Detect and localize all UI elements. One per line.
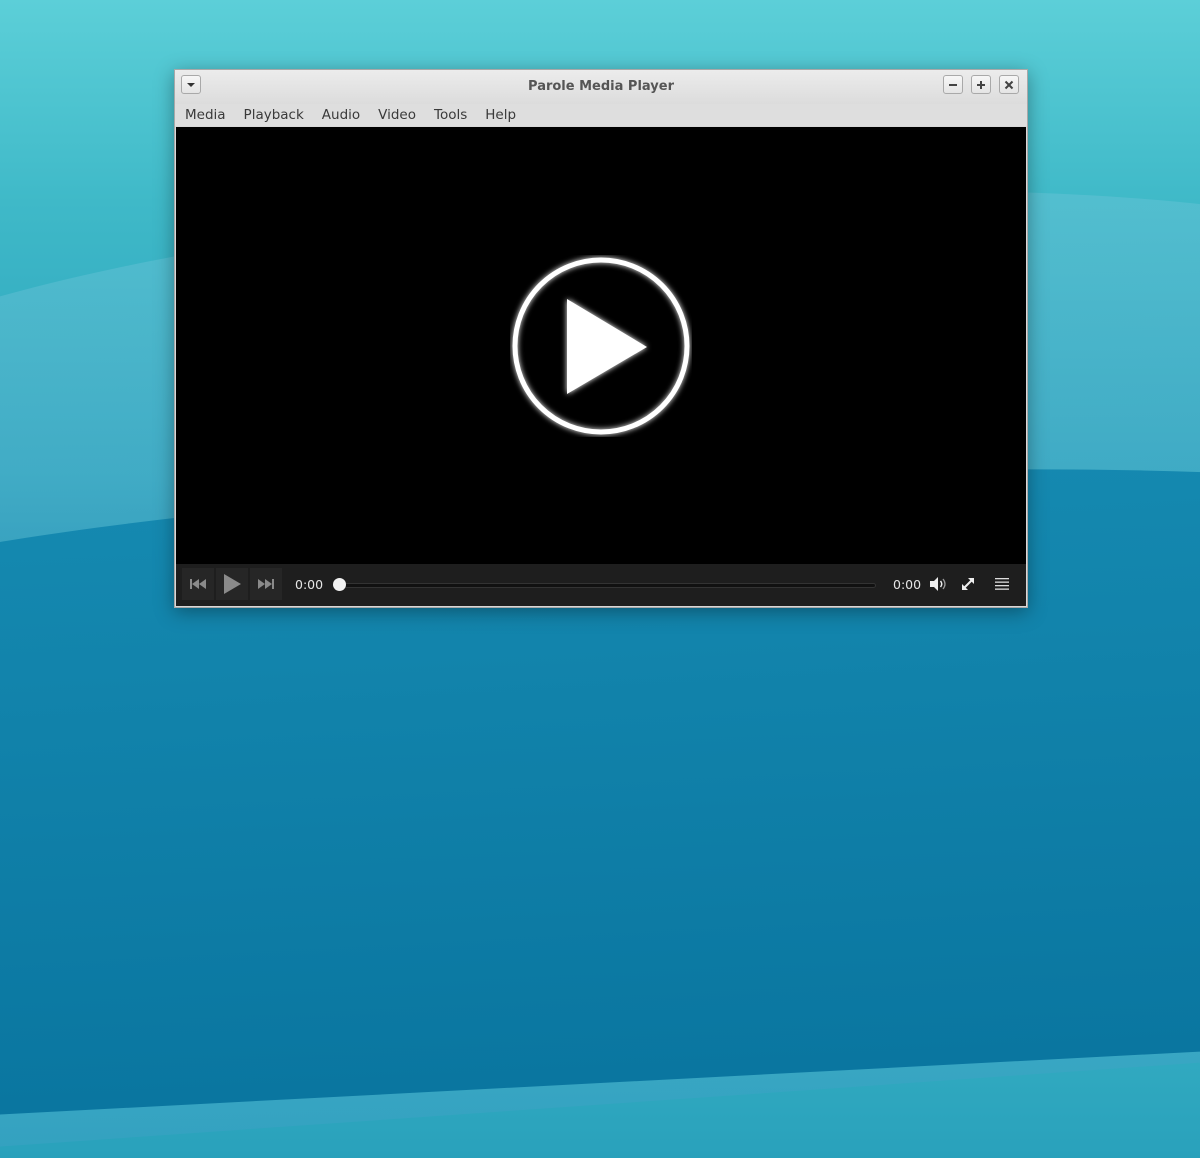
parole-window: Parole Media Player Media Playback Audio…: [174, 69, 1028, 608]
play-button[interactable]: [216, 568, 248, 600]
menu-media[interactable]: Media: [185, 107, 226, 123]
menu-tools[interactable]: Tools: [434, 107, 467, 123]
fullscreen-button[interactable]: [958, 574, 978, 594]
previous-button[interactable]: [182, 568, 214, 600]
video-area[interactable]: [176, 127, 1026, 564]
seek-handle[interactable]: [333, 578, 346, 591]
elapsed-time: 0:00: [295, 577, 324, 592]
playback-controls: 0:00 0:00: [176, 564, 1026, 606]
menu-playback[interactable]: Playback: [244, 107, 304, 123]
minimize-button[interactable]: [943, 75, 963, 94]
next-button[interactable]: [250, 568, 282, 600]
duration-time: 0:00: [893, 577, 922, 592]
menu-video[interactable]: Video: [378, 107, 416, 123]
seek-bar[interactable]: [333, 578, 876, 591]
menu-bar: Media Playback Audio Video Tools Help: [175, 104, 1027, 126]
menu-audio[interactable]: Audio: [322, 107, 360, 123]
close-button[interactable]: [999, 75, 1019, 94]
fullscreen-icon: [962, 578, 974, 590]
window-title: Parole Media Player: [528, 79, 674, 94]
menu-help[interactable]: Help: [485, 107, 516, 123]
maximize-icon: [977, 80, 985, 89]
volume-icon: [930, 577, 946, 591]
maximize-button[interactable]: [971, 75, 991, 94]
playlist-icon: [995, 578, 1009, 590]
play-icon: [224, 574, 241, 594]
previous-icon: [190, 579, 206, 589]
next-icon: [258, 579, 274, 589]
play-circle-icon[interactable]: [510, 255, 692, 437]
close-icon: [1004, 80, 1014, 89]
volume-button[interactable]: [929, 574, 949, 594]
title-bar[interactable]: Parole Media Player: [175, 70, 1027, 104]
playlist-button[interactable]: [992, 574, 1012, 594]
minimize-icon: [949, 83, 957, 86]
